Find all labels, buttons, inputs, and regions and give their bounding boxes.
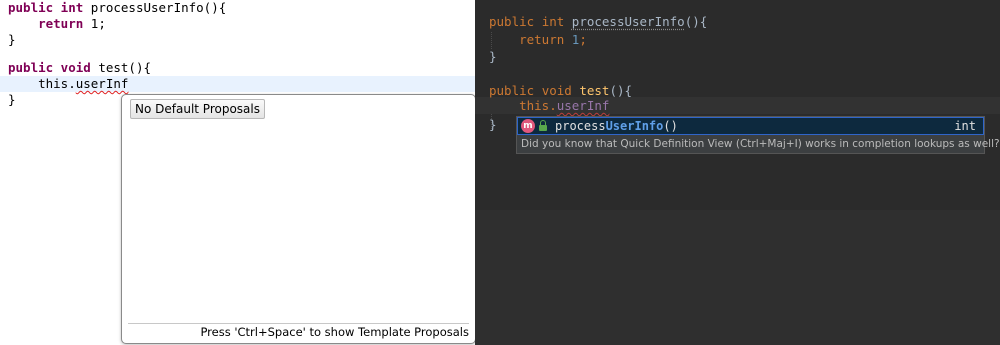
code-line-7: } (8, 92, 16, 107)
keyword-public: public (489, 83, 542, 98)
method-name-unused: processUserInfo (571, 14, 685, 29)
intellij-editor[interactable]: public int processUserInfo(){ return 1; … (475, 0, 1000, 345)
name-parens: () (663, 119, 678, 133)
method-signature: test(){ (98, 60, 151, 75)
keyword-public-void: public void (8, 60, 99, 75)
semicolon: ; (579, 32, 587, 47)
name-prefix: process (555, 119, 606, 133)
typed-identifier: userInf (75, 76, 129, 91)
method-parens: (){ (609, 83, 633, 98)
keyword-return: return (8, 16, 91, 31)
tip-text: Did you know that Quick Definition View … (521, 138, 1000, 150)
return-value: 1; (90, 16, 106, 31)
code-line-2: return 1; (8, 16, 106, 32)
completion-item-selected[interactable]: m processUserInfo() int (517, 117, 984, 135)
completion-lookup-popup[interactable]: m processUserInfo() int Did you know tha… (516, 116, 1000, 154)
code-line-1: public int processUserInfo(){ (489, 13, 707, 30)
method-name: test (579, 83, 610, 98)
name-match-highlight: UserInfo (605, 119, 664, 133)
code-line-3: } (8, 32, 16, 47)
keyword-return: return (489, 32, 572, 47)
template-proposals-hint[interactable]: Press 'Ctrl+Space' to show Template Prop… (128, 323, 469, 341)
code-line-6: this.userInf (489, 97, 609, 114)
completion-item-name: processUserInfo() (555, 118, 678, 134)
no-default-proposals-item[interactable]: No Default Proposals (130, 99, 265, 119)
keyword-public: public (489, 14, 542, 29)
this-prefix: this. (489, 98, 557, 113)
code-line-3: } (489, 49, 497, 64)
method-signature: processUserInfo(){ (90, 0, 227, 15)
code-line-6: this.userInf (8, 76, 128, 92)
typed-identifier: userInf (556, 98, 610, 113)
quick-definition-tip: Did you know that Quick Definition View … (521, 136, 1000, 152)
return-type: int (954, 119, 976, 133)
keyword-int: int (541, 14, 572, 29)
code-line-7: } (489, 117, 497, 132)
code-line-1: public int processUserInfo(){ (8, 0, 226, 16)
code-line-5: public void test(){ (8, 60, 151, 76)
keyword-public-int: public int (8, 0, 91, 15)
code-line-2: return 1; (489, 31, 587, 48)
keyword-void: void (541, 83, 580, 98)
lock-icon (539, 120, 547, 131)
content-assist-popup[interactable]: No Default Proposals Press 'Ctrl+Space' … (121, 94, 476, 344)
this-prefix: this. (8, 76, 76, 91)
method-parens: (){ (684, 14, 708, 29)
method-icon: m (521, 119, 535, 133)
editor-lower-area (475, 210, 1000, 345)
